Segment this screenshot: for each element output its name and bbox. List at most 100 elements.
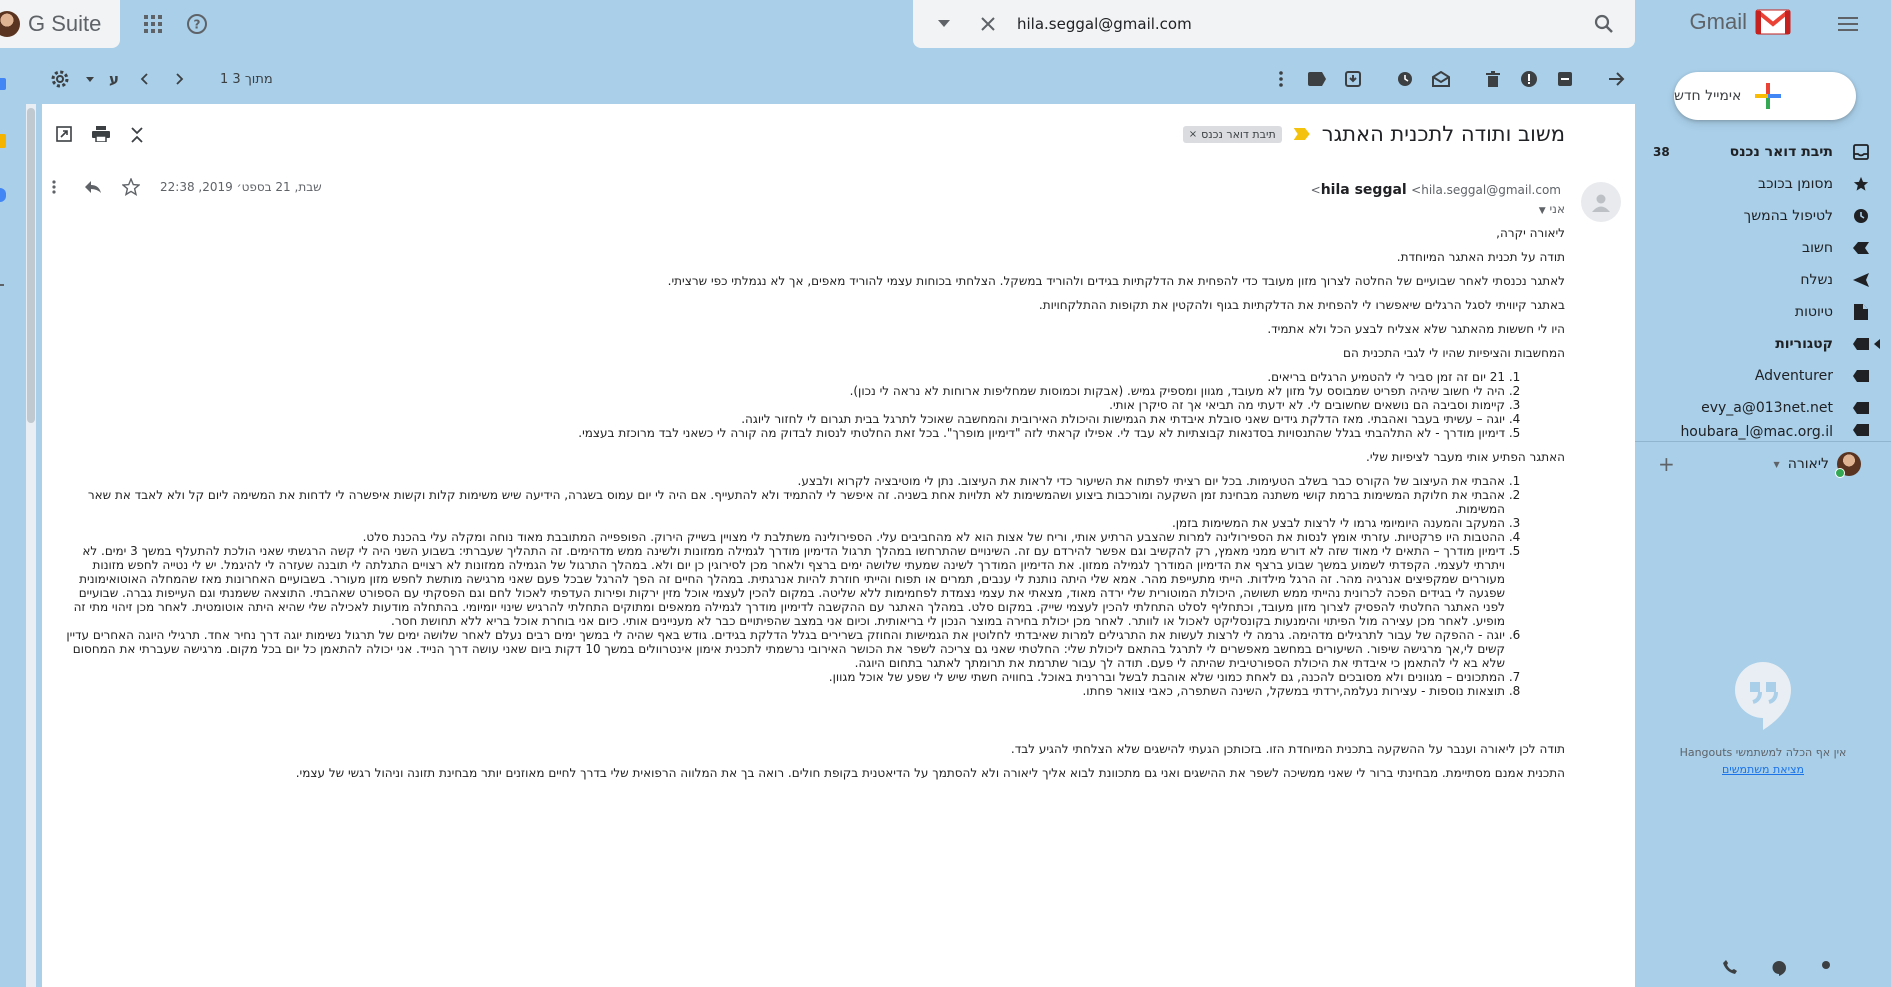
sidebar-item-label: houbara_l@mac.org.il — [1680, 424, 1833, 440]
sidebar-item-evy[interactable]: evy_a@013net.net — [1635, 392, 1891, 424]
label-icon — [1851, 402, 1871, 414]
star-icon[interactable] — [122, 178, 140, 196]
recipient-details-icon[interactable]: ▼ — [1539, 206, 1546, 216]
snooze-clock-icon[interactable] — [1387, 61, 1423, 97]
recipient-text: אני — [1549, 202, 1565, 216]
search-options-icon[interactable] — [929, 9, 959, 39]
list-item: המעקב והמענה היומיומי גרמו לי לרצות לבצע… — [65, 516, 1505, 530]
expectations-list: 21 יום זה זמן סביר לי להטמיע הרגלים בריא… — [65, 370, 1565, 440]
collapse-all-icon[interactable] — [130, 126, 144, 144]
scrollbar-thumb[interactable] — [27, 108, 35, 423]
print-icon[interactable] — [92, 126, 110, 144]
delete-trash-icon[interactable] — [1475, 61, 1511, 97]
input-tools-dropdown-icon[interactable] — [78, 61, 102, 97]
recipient-row[interactable]: אני ▼ — [1539, 202, 1565, 216]
move-to-icon[interactable] — [1335, 61, 1371, 97]
compose-button[interactable]: אימייל חדש — [1674, 72, 1856, 120]
inbox-label-text: תיבת דואר נכנס — [1201, 127, 1276, 141]
hangouts-quote-icon — [1735, 662, 1791, 730]
sidebar-item-inbox[interactable]: תיבת דואר נכנס 38 — [1635, 136, 1891, 168]
hangouts-user-name: ליאורה — [1787, 456, 1829, 472]
list-item: תוצאות נוספות - עצירות נעלמה,ירדתי במשקל… — [65, 684, 1505, 698]
hangouts-bottom-bar — [1723, 960, 1831, 976]
search-icon[interactable] — [1589, 9, 1619, 39]
reply-icon[interactable] — [84, 180, 102, 194]
sender-name[interactable]: hila seggal — [1321, 182, 1407, 198]
sidebar-item-categories[interactable]: קטגוריות — [1635, 328, 1891, 360]
newer-chevron-icon[interactable] — [126, 61, 162, 97]
archive-icon[interactable] — [1547, 61, 1583, 97]
list-item: יוגה – עשיתי בעבר ואהבתי. מאז הדלקת גידי… — [65, 412, 1505, 426]
help-icon[interactable]: ? — [182, 9, 212, 39]
sidebar-item-label: מסומן בכוכב — [1758, 176, 1833, 192]
remove-label-icon[interactable]: × — [1189, 129, 1197, 140]
inbox-label-chip[interactable]: תיבת דואר נכנס × — [1182, 125, 1282, 143]
sidebar-item-drafts[interactable]: טיוטות — [1635, 296, 1891, 328]
sidebar-item-sent[interactable]: נשלח — [1635, 264, 1891, 296]
clock-icon — [1851, 208, 1871, 224]
message-more-icon[interactable] — [52, 180, 56, 194]
list-item: יוגה - ההפקה של עבור לתרגילים מדהימה. גר… — [65, 628, 1505, 670]
account-avatar[interactable] — [0, 11, 20, 37]
addon-divider — [0, 284, 4, 286]
open-new-window-icon[interactable] — [56, 126, 72, 144]
email-view: משוב ותודה לתכנית האתגר תיבת דואר נכנס ×… — [42, 104, 1635, 987]
paragraph: תודה על תכנית האתגר המיוחדת. — [1396, 250, 1565, 264]
sidebar-item-important[interactable]: חשוב — [1635, 232, 1891, 264]
gmail-m-icon — [1755, 9, 1791, 35]
clear-search-icon[interactable] — [973, 9, 1003, 39]
mark-unread-icon[interactable] — [1423, 61, 1459, 97]
older-chevron-icon[interactable] — [162, 61, 198, 97]
hangouts-empty-state: אין אף הכלה למשתמשי Hangouts מציאת משתמש… — [1655, 660, 1871, 776]
sidebar-item-starred[interactable]: מסומן בכוכב — [1635, 168, 1891, 200]
apps-grid-icon[interactable] — [138, 9, 168, 39]
subject-tools — [56, 126, 144, 144]
gsuite-logo[interactable]: G Suite — [0, 0, 120, 48]
phone-icon[interactable] — [1723, 960, 1737, 976]
sidebar-item-snoozed[interactable]: לטיפול בהמשך — [1635, 200, 1891, 232]
sidebar-item-adventurer[interactable]: Adventurer — [1635, 360, 1891, 392]
sidebar-item-label: Adventurer — [1754, 368, 1833, 384]
list-item: המתכונים – מגוונים ולא מסובכים להכנה, גם… — [65, 670, 1505, 684]
label-icon — [1851, 424, 1871, 436]
hangouts-chat-icon[interactable] — [1771, 960, 1787, 976]
contacts-icon[interactable] — [1821, 960, 1831, 976]
find-people-link[interactable]: מציאת משתמשים — [1655, 763, 1871, 776]
label-as-icon[interactable] — [1299, 61, 1335, 97]
important-marker-icon[interactable] — [1293, 128, 1310, 140]
settings-gear-icon[interactable] — [42, 61, 78, 97]
tasks-addon-icon[interactable] — [0, 188, 6, 202]
sidebar-item-houbara[interactable]: houbara_l@mac.org.il — [1635, 424, 1891, 440]
hangouts-avatar — [1835, 452, 1861, 478]
send-icon — [1851, 273, 1871, 287]
svg-text:?: ? — [194, 18, 201, 32]
back-to-inbox-arrow-icon[interactable] — [1599, 61, 1635, 97]
message-date: שבת, 21 בספט׳ 2019, 22:38 — [160, 180, 322, 194]
hangouts-user[interactable]: ליאורה ▼ — [1774, 452, 1861, 478]
sidebar-nav: תיבת דואר נכנס 38 מסומן בכוכב לטיפול בהמ… — [1635, 136, 1891, 440]
main-menu-icon[interactable] — [1833, 9, 1863, 39]
search-input[interactable] — [1017, 15, 1575, 33]
gsuite-text: G Suite — [28, 11, 102, 36]
inbox-unread-count: 38 — [1653, 145, 1670, 159]
hangouts-add-icon[interactable]: + — [1658, 452, 1675, 476]
compose-plus-icon — [1755, 83, 1782, 109]
sender-avatar[interactable] — [1581, 182, 1621, 222]
sidebar-item-label: evy_a@013net.net — [1701, 400, 1833, 416]
calendar-addon-icon[interactable] — [0, 78, 6, 90]
hangouts-user-dropdown-icon[interactable]: ▼ — [1774, 460, 1780, 469]
input-tools-button[interactable]: ע — [102, 61, 126, 97]
sidebar-item-label: לטיפול בהמשך — [1743, 208, 1833, 224]
search-bar — [913, 0, 1635, 48]
gmail-logo[interactable]: Gmail — [1690, 8, 1791, 36]
list-item: ההטבות היו פרקטיות. עזרתי אומץ לנסות את … — [65, 530, 1505, 544]
report-spam-icon[interactable] — [1511, 61, 1547, 97]
paragraph: האתגר הפתיע אותי מעבר לציפיות שלי. — [1366, 450, 1565, 464]
compose-label: אימייל חדש — [1674, 88, 1742, 104]
keep-addon-icon[interactable] — [0, 134, 6, 148]
sidebar-item-label: נשלח — [1800, 272, 1833, 288]
inbox-icon — [1851, 144, 1871, 160]
expand-arrow-icon — [1867, 339, 1887, 349]
more-vert-icon[interactable] — [1263, 61, 1299, 97]
